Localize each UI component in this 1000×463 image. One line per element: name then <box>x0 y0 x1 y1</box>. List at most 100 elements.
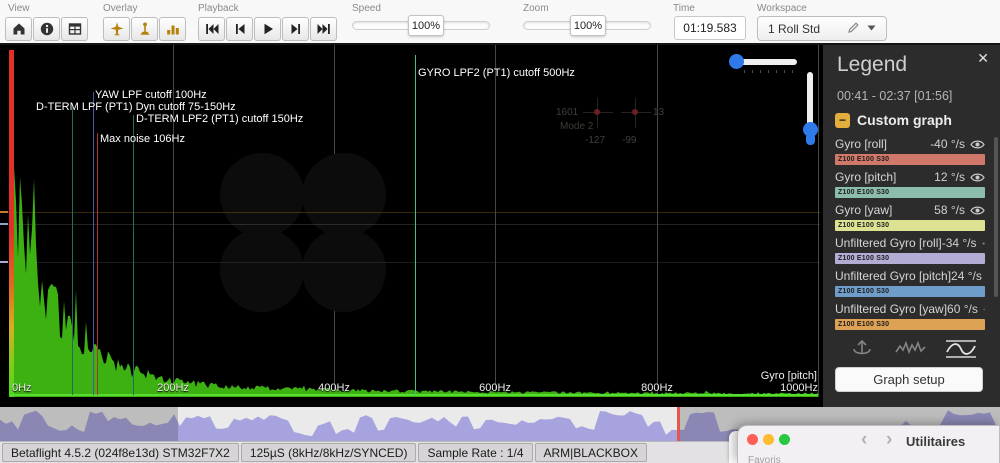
legend-item-name: Unfiltered Gyro [yaw] <box>835 302 947 316</box>
spectrum-graph[interactable]: 1601 Mode 2 -127 -99 13 YAW LPF cutoff 1… <box>0 45 823 407</box>
toolbar: View Overlay Playback <box>0 0 1000 45</box>
legend-title: Legend <box>837 53 907 77</box>
legend-item-curve-bar[interactable]: Z100 E100 S30 <box>835 286 985 297</box>
close-icon[interactable]: ✕ <box>977 50 989 67</box>
view-group-label: View <box>8 3 30 14</box>
plane-icon <box>109 21 125 37</box>
annotation-dterm-lpf: D-TERM LPF (PT1) Dyn cutoff 75-150Hz <box>36 101 236 113</box>
back-chevron-icon[interactable]: ‹ <box>861 429 867 451</box>
legend-item-name: Gyro [yaw] <box>835 203 934 217</box>
eye-icon[interactable] <box>970 205 985 216</box>
playback-button-group <box>198 17 337 41</box>
finder-sidebar-label: Favoris <box>748 455 781 463</box>
axis-tick: 600Hz <box>479 382 511 394</box>
legend-item-value: -40 °/s <box>930 137 965 151</box>
legend-item-name: Gyro [roll] <box>835 137 930 151</box>
marker-tool-icon[interactable] <box>845 338 879 360</box>
forward-chevron-icon[interactable]: › <box>886 429 892 451</box>
legend-item[interactable]: Unfiltered Gyro [pitch] 24 °/s Z100 E100… <box>835 269 985 299</box>
jump-start-button[interactable] <box>198 17 225 41</box>
legend-item-curve-bar[interactable]: Z100 E100 S30 <box>835 253 985 264</box>
legend-tools <box>823 338 1000 360</box>
legend-item[interactable]: Gyro [yaw] 58 °/s Z100 E100 S30 <box>835 203 985 233</box>
minimize-traffic-light[interactable] <box>763 434 774 445</box>
sticks-overlay-button[interactable] <box>131 17 158 41</box>
seekbar-position-marker[interactable] <box>677 407 680 441</box>
axis-tick: 1000Hz <box>780 382 818 394</box>
legend-item-curve-bar[interactable]: Z100 E100 S30 <box>835 154 985 165</box>
skip-to-end-icon <box>316 21 332 37</box>
max-noise-line <box>97 133 98 395</box>
legend-item-badge: Z100 E100 S30 <box>838 156 889 163</box>
legend-panel: ✕ Legend 00:41 - 02:37 [01:56] − Custom … <box>823 45 1000 407</box>
spectrum-tool-icon[interactable] <box>944 338 978 360</box>
analyser-zoom-y-handle[interactable] <box>803 122 818 137</box>
close-traffic-light[interactable] <box>747 434 758 445</box>
annotation-gyro-lpf2: GYRO LPF2 (PT1) cutoff 500Hz <box>418 67 575 79</box>
waveform-tool-icon[interactable] <box>894 338 928 360</box>
seekbar-out-of-view-left <box>0 407 178 441</box>
blackbox-explorer-window: View Overlay Playback <box>0 0 1000 463</box>
axis-tick: 200Hz <box>157 382 189 394</box>
speed-value[interactable]: 100% <box>408 15 444 36</box>
status-segment: Sample Rate : 1/4 <box>418 443 532 462</box>
pencil-icon[interactable] <box>847 21 860 34</box>
legend-item-value: 24 °/s <box>951 269 982 283</box>
log-time-range: 00:41 - 02:37 [01:56] <box>837 89 952 103</box>
legend-item-badge: Z100 E100 S30 <box>838 255 889 262</box>
eye-icon[interactable] <box>983 304 985 315</box>
craft-overlay-button[interactable] <box>103 17 130 41</box>
step-forward-button[interactable] <box>282 17 309 41</box>
analyser-overlay-button[interactable] <box>159 17 186 41</box>
legend-item-value: 58 °/s <box>934 203 965 217</box>
eye-icon[interactable] <box>982 238 985 249</box>
step-back-button[interactable] <box>226 17 253 41</box>
axis-tick: 0Hz <box>12 382 32 394</box>
legend-item-name: Gyro [pitch] <box>835 170 934 184</box>
skip-to-start-icon <box>204 21 220 37</box>
home-button[interactable] <box>5 17 32 41</box>
legend-item[interactable]: Unfiltered Gyro [roll] -34 °/s Z100 E100… <box>835 236 985 266</box>
playback-group-label: Playback <box>198 3 239 14</box>
workspace-label: Workspace <box>757 3 807 14</box>
legend-item-name: Unfiltered Gyro [pitch] <box>835 269 951 283</box>
eye-icon[interactable] <box>970 139 985 150</box>
custom-graph-group[interactable]: − Custom graph <box>835 112 952 128</box>
cutoff-line-dterm-150 <box>133 115 134 395</box>
axis-tick: 400Hz <box>318 382 350 394</box>
chevron-down-icon[interactable] <box>867 25 876 31</box>
info-icon <box>39 21 55 37</box>
legend-item-name: Unfiltered Gyro [roll] <box>835 236 942 250</box>
log-info-button[interactable] <box>33 17 60 41</box>
legend-item-curve-bar[interactable]: Z100 E100 S30 <box>835 220 985 231</box>
analyser-zoom-x-slider[interactable] <box>735 59 797 65</box>
workspace-select[interactable]: 1 Roll Std <box>757 16 887 41</box>
legend-item[interactable]: Gyro [pitch] 12 °/s Z100 E100 S30 <box>835 170 985 200</box>
overlay-group-label: Overlay <box>103 3 137 14</box>
table-view-button[interactable] <box>61 17 88 41</box>
graph-setup-button[interactable]: Graph setup <box>835 367 983 392</box>
play-icon <box>260 21 276 37</box>
legend-item[interactable]: Unfiltered Gyro [yaw] 60 °/s Z100 E100 S… <box>835 302 985 332</box>
overlay-button-group <box>103 17 186 41</box>
collapse-icon[interactable]: − <box>835 113 850 128</box>
eye-icon[interactable] <box>970 172 985 183</box>
annotation-max-noise: Max noise 106Hz <box>100 133 185 145</box>
play-button[interactable] <box>254 17 281 41</box>
field-label: Gyro [pitch] <box>761 370 817 382</box>
workspace-value: 1 Roll Std <box>768 22 820 36</box>
spectrum-dc-peak <box>9 50 14 397</box>
legend-item-curve-bar[interactable]: Z100 E100 S30 <box>835 187 985 198</box>
time-input[interactable]: 01:19.583 <box>674 16 746 40</box>
zoom-traffic-light[interactable] <box>779 434 790 445</box>
finder-window[interactable]: ‹ › Utilitaires Favoris <box>737 425 1000 463</box>
legend-item[interactable]: Gyro [roll] -40 °/s Z100 E100 S30 <box>835 137 985 167</box>
legend-scrollbar[interactable] <box>994 137 998 297</box>
legend-item-curve-bar[interactable]: Z100 E100 S30 <box>835 319 985 330</box>
annotation-yaw-lpf: YAW LPF cutoff 100Hz <box>95 89 207 101</box>
zoom-value[interactable]: 100% <box>570 15 606 36</box>
view-button-group <box>5 17 88 41</box>
jump-end-button[interactable] <box>310 17 337 41</box>
analyser-zoom-x-handle[interactable] <box>729 54 744 69</box>
legend-item-badge: Z100 E100 S30 <box>838 189 889 196</box>
